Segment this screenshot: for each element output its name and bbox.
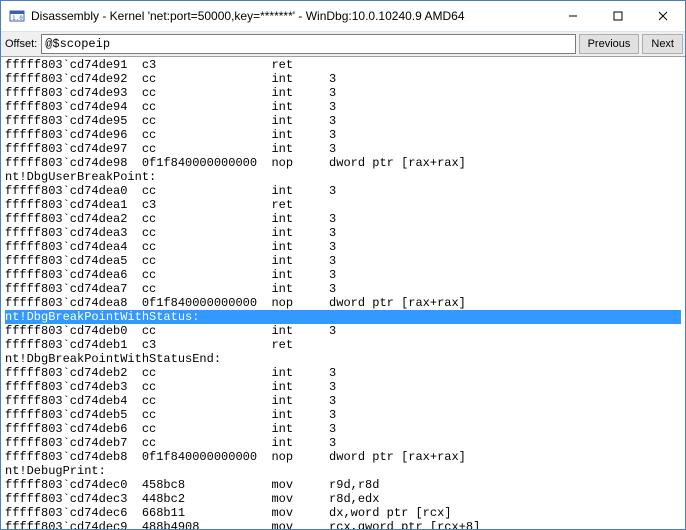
disasm-line[interactable]: fffff803`cd74dec9 488b4908 mov rcx,qword…: [5, 520, 681, 529]
disasm-line[interactable]: fffff803`cd74dec0 458bc8 mov r9d,r8d: [5, 478, 681, 492]
disasm-line[interactable]: fffff803`cd74dec3 448bc2 mov r8d,edx: [5, 492, 681, 506]
disasm-line[interactable]: fffff803`cd74dea2 cc int 3: [5, 212, 681, 226]
disassembly-listing[interactable]: fffff803`cd74de91 c3 ret fffff803`cd74de…: [1, 57, 685, 529]
disasm-line[interactable]: fffff803`cd74de91 c3 ret: [5, 58, 681, 72]
disasm-line[interactable]: fffff803`cd74de92 cc int 3: [5, 72, 681, 86]
disasm-line[interactable]: fffff803`cd74dea0 cc int 3: [5, 184, 681, 198]
disassembly-window: 1.0 Disassembly - Kernel 'net:port=50000…: [0, 0, 686, 530]
disasm-line[interactable]: fffff803`cd74de95 cc int 3: [5, 114, 681, 128]
disasm-line[interactable]: fffff803`cd74dea7 cc int 3: [5, 282, 681, 296]
disasm-line[interactable]: fffff803`cd74de98 0f1f840000000000 nop d…: [5, 156, 681, 170]
maximize-button[interactable]: [595, 2, 640, 31]
disasm-line[interactable]: fffff803`cd74de94 cc int 3: [5, 100, 681, 114]
close-button[interactable]: [640, 2, 685, 31]
disasm-line[interactable]: fffff803`cd74dea1 c3 ret: [5, 198, 681, 212]
next-button[interactable]: Next: [642, 34, 683, 54]
disasm-line[interactable]: fffff803`cd74deb2 cc int 3: [5, 366, 681, 380]
disasm-line[interactable]: fffff803`cd74deb3 cc int 3: [5, 380, 681, 394]
app-icon: 1.0: [8, 7, 26, 25]
disasm-line[interactable]: fffff803`cd74deb5 cc int 3: [5, 408, 681, 422]
disasm-line[interactable]: fffff803`cd74deb8 0f1f840000000000 nop d…: [5, 450, 681, 464]
disasm-line[interactable]: fffff803`cd74dea6 cc int 3: [5, 268, 681, 282]
offset-input[interactable]: [41, 34, 575, 54]
disasm-line[interactable]: fffff803`cd74deb7 cc int 3: [5, 436, 681, 450]
disasm-line[interactable]: fffff803`cd74de97 cc int 3: [5, 142, 681, 156]
symbol-label[interactable]: nt!DbgUserBreakPoint:: [5, 170, 681, 184]
window-controls: [550, 2, 685, 31]
disasm-line[interactable]: fffff803`cd74dea8 0f1f840000000000 nop d…: [5, 296, 681, 310]
titlebar[interactable]: 1.0 Disassembly - Kernel 'net:port=50000…: [1, 1, 685, 32]
symbol-label[interactable]: nt!DbgBreakPointWithStatus:: [5, 310, 681, 324]
disasm-line[interactable]: fffff803`cd74de93 cc int 3: [5, 86, 681, 100]
disasm-line[interactable]: fffff803`cd74dea3 cc int 3: [5, 226, 681, 240]
disasm-line[interactable]: fffff803`cd74deb4 cc int 3: [5, 394, 681, 408]
svg-text:1.0: 1.0: [12, 15, 23, 22]
symbol-label[interactable]: nt!DbgBreakPointWithStatusEnd:: [5, 352, 681, 366]
disasm-line[interactable]: fffff803`cd74dec6 668b11 mov dx,word ptr…: [5, 506, 681, 520]
disasm-line[interactable]: fffff803`cd74deb0 cc int 3: [5, 324, 681, 338]
disasm-line[interactable]: fffff803`cd74de96 cc int 3: [5, 128, 681, 142]
window-title: Disassembly - Kernel 'net:port=50000,key…: [31, 9, 550, 23]
disasm-line[interactable]: fffff803`cd74dea4 cc int 3: [5, 240, 681, 254]
previous-button[interactable]: Previous: [579, 34, 640, 54]
disasm-line[interactable]: fffff803`cd74deb1 c3 ret: [5, 338, 681, 352]
disasm-line[interactable]: fffff803`cd74deb6 cc int 3: [5, 422, 681, 436]
offset-label: Offset:: [3, 38, 41, 50]
disasm-line[interactable]: fffff803`cd74dea5 cc int 3: [5, 254, 681, 268]
toolbar: Offset: Previous Next: [1, 32, 685, 57]
minimize-button[interactable]: [550, 2, 595, 31]
symbol-label[interactable]: nt!DebugPrint:: [5, 464, 681, 478]
